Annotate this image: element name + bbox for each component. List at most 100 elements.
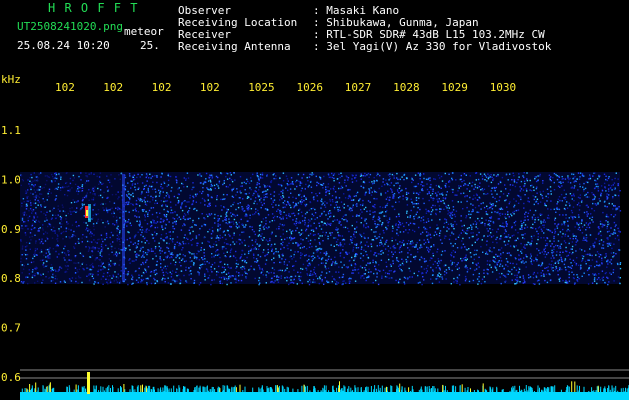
noise-speck xyxy=(500,282,502,285)
noise-speck xyxy=(181,209,184,212)
noise-speck xyxy=(136,203,139,206)
y-tick-label: 0.7 xyxy=(1,322,21,335)
x-tick-label: 1026 xyxy=(297,81,324,94)
noise-speck xyxy=(374,204,376,206)
noise-speck xyxy=(489,260,491,262)
noise-speck xyxy=(58,228,60,230)
noise-speck xyxy=(91,255,94,257)
noise-speck xyxy=(392,194,394,196)
noise-speck xyxy=(51,276,53,278)
noise-speck xyxy=(540,220,542,222)
noise-speck xyxy=(118,264,120,266)
noise-speck xyxy=(103,272,105,275)
noise-speck xyxy=(454,251,456,253)
noise-speck xyxy=(596,183,599,185)
noise-speck xyxy=(106,186,108,188)
noise-speck xyxy=(250,265,252,267)
noise-speck xyxy=(117,191,119,193)
noise-speck xyxy=(162,228,164,231)
noise-speck xyxy=(430,206,433,209)
noise-speck xyxy=(161,250,163,252)
noise-speck xyxy=(93,239,95,241)
noise-speck xyxy=(321,235,323,237)
noise-speck xyxy=(228,278,230,280)
noise-speck xyxy=(305,237,308,239)
noise-speck xyxy=(178,257,181,259)
noise-speck xyxy=(96,242,98,244)
noise-speck xyxy=(486,240,488,242)
noise-speck xyxy=(551,231,553,234)
noise-speck xyxy=(608,202,610,205)
noise-speck xyxy=(75,211,77,213)
noise-speck xyxy=(564,196,567,198)
noise-speck xyxy=(28,210,30,212)
noise-speck xyxy=(293,237,296,239)
noise-speck xyxy=(523,257,525,259)
noise-speck xyxy=(524,227,526,229)
noise-speck xyxy=(51,230,54,232)
noise-speck xyxy=(159,212,161,214)
noise-speck xyxy=(46,238,49,240)
noise-speck xyxy=(372,282,374,284)
noise-speck xyxy=(180,229,183,231)
noise-speck xyxy=(75,280,77,283)
noise-speck xyxy=(165,195,167,197)
noise-speck xyxy=(82,262,84,264)
noise-speck xyxy=(99,254,101,256)
noise-speck xyxy=(77,262,79,264)
noise-speck xyxy=(484,223,486,225)
noise-speck xyxy=(477,227,479,230)
noise-speck xyxy=(614,177,616,180)
noise-speck xyxy=(556,208,559,210)
noise-speck xyxy=(481,188,483,190)
noise-speck xyxy=(246,207,248,210)
noise-speck xyxy=(588,267,590,270)
noise-speck xyxy=(102,283,104,285)
noise-speck xyxy=(312,281,314,283)
noise-speck xyxy=(419,178,421,180)
noise-speck xyxy=(40,240,43,243)
noise-speck xyxy=(466,258,468,260)
noise-speck xyxy=(225,176,227,178)
noise-speck xyxy=(314,233,316,236)
noise-speck xyxy=(544,203,546,205)
noise-speck xyxy=(232,213,234,215)
noise-speck xyxy=(412,203,414,205)
noise-speck xyxy=(99,194,102,197)
noise-speck xyxy=(144,216,146,218)
noise-speck xyxy=(566,282,569,284)
noise-speck xyxy=(291,183,293,185)
noise-speck xyxy=(488,185,490,187)
noise-speck xyxy=(367,262,369,264)
noise-speck xyxy=(289,188,292,190)
noise-speck xyxy=(346,253,349,255)
noise-speck xyxy=(535,275,537,277)
noise-speck xyxy=(301,253,303,255)
noise-speck xyxy=(325,251,328,253)
noise-speck xyxy=(368,181,371,183)
noise-speck xyxy=(408,249,411,251)
noise-speck xyxy=(225,185,228,188)
noise-speck xyxy=(542,190,544,193)
noise-speck xyxy=(233,214,235,216)
noise-speck xyxy=(270,245,272,247)
noise-speck xyxy=(233,234,235,236)
y-tick-label: 0.8 xyxy=(1,272,21,285)
noise-speck xyxy=(556,251,558,253)
noise-speck xyxy=(436,224,438,226)
noise-speck xyxy=(156,233,158,235)
noise-speck xyxy=(406,260,409,262)
noise-speck xyxy=(319,252,322,254)
noise-speck xyxy=(581,199,583,202)
noise-speck xyxy=(353,233,355,235)
noise-speck xyxy=(249,217,251,219)
noise-speck xyxy=(33,227,35,230)
noise-speck xyxy=(276,216,279,218)
noise-speck xyxy=(35,206,37,209)
noise-speck xyxy=(600,234,602,237)
noise-speck xyxy=(549,177,551,179)
noise-speck xyxy=(241,231,243,233)
noise-speck xyxy=(343,256,345,259)
noise-speck xyxy=(186,185,188,188)
noise-speck xyxy=(387,245,389,247)
